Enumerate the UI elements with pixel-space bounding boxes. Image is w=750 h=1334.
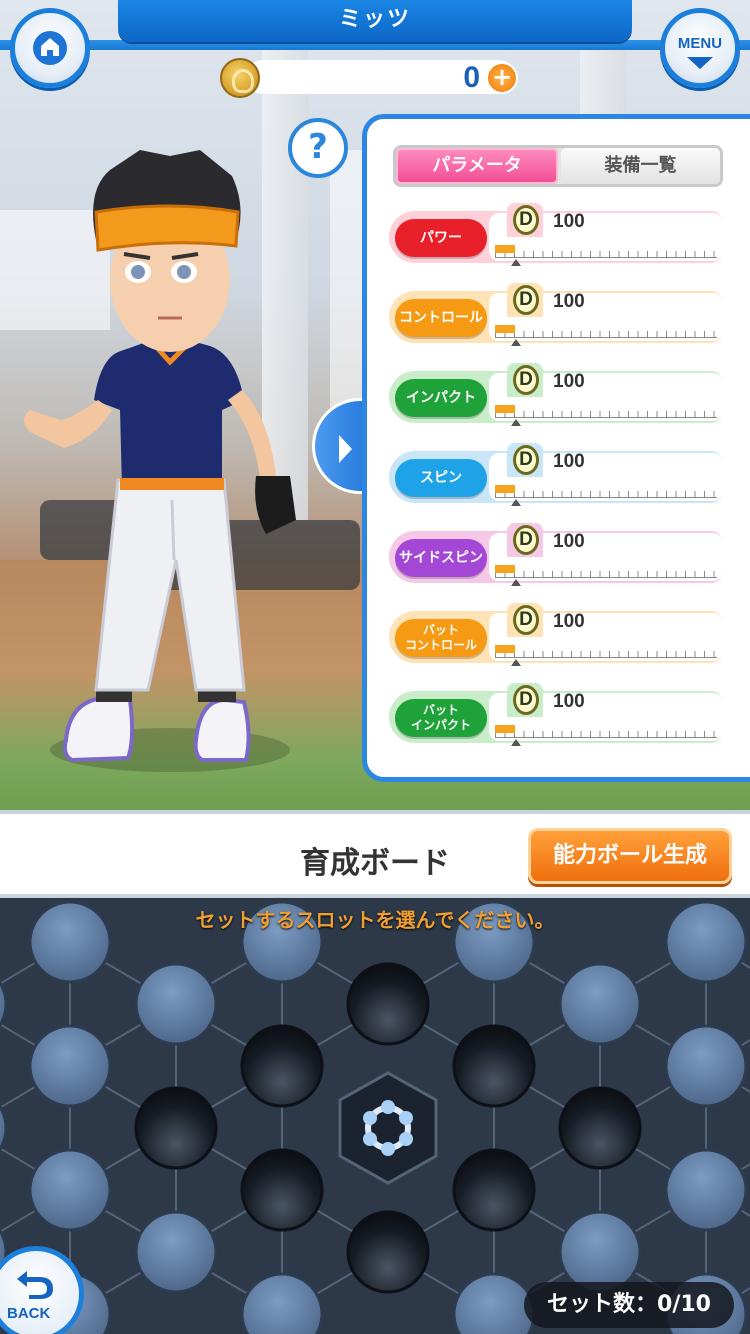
board-slot[interactable] [664,1024,748,1108]
parameter-level-bar [495,245,515,253]
grade-badge: D [513,365,539,395]
training-board [0,898,750,1334]
parameter-row: バット コントロール D 100 [389,603,725,666]
board-instruction: セットするスロットを選んでください。 [195,908,555,932]
level-marker [511,499,521,506]
board-slot-open[interactable] [240,1148,324,1232]
house-glyph-icon [41,38,59,56]
board-slot[interactable] [664,1148,748,1232]
tab-parameters[interactable]: パラメータ [396,148,558,184]
parameter-scale [495,337,717,338]
menu-label: MENU [677,35,723,52]
panel-tabs: パラメータ 装備一覧 [393,145,723,187]
board-slot-open[interactable] [134,1086,218,1170]
board-slot[interactable] [452,1272,536,1334]
parameter-scale [495,577,717,578]
board-slot[interactable] [240,1272,324,1334]
parameter-scale [495,417,717,418]
board-slot[interactable] [0,1088,8,1168]
tab-equipment-list[interactable]: 装備一覧 [561,148,720,184]
board-slot-open[interactable] [346,1210,430,1294]
board-slot[interactable] [558,962,642,1046]
board-center-hub [338,1071,438,1185]
parameter-level-bar [495,405,515,413]
parameter-level-bar [495,485,515,493]
board-slot[interactable] [134,1210,218,1294]
board-slot-open[interactable] [452,1024,536,1108]
board-slot[interactable] [28,1148,112,1232]
parameter-value: 100 [553,291,585,312]
grade-badge: D [513,605,539,635]
parameter-label: バット インパクト [395,699,487,737]
add-currency-button[interactable]: + [486,62,518,94]
parameter-row: バット インパクト D 100 [389,683,725,746]
chevron-right-icon [339,435,352,463]
board-slot-open[interactable] [558,1086,642,1170]
parameter-label: バット コントロール [395,619,487,657]
parameter-label: スピン [395,459,487,497]
level-marker [511,739,521,746]
parameter-value: 100 [553,531,585,552]
parameter-scale [495,497,717,498]
parameter-level-bar [495,565,515,573]
level-marker [511,339,521,346]
title-bar: ミッツ [118,0,632,42]
parameter-label: パワー [395,219,487,257]
slot-counter: セット数：0/10 [524,1282,734,1328]
board-title: 育成ボード [300,846,450,881]
parameter-value: 100 [553,371,585,392]
parameter-value: 100 [553,211,585,232]
board-slot[interactable] [134,962,218,1046]
parameter-value: 100 [553,611,585,632]
board-slot[interactable] [0,964,8,1044]
parameter-scale [495,737,717,738]
currency-value: 0 [463,61,480,94]
parameter-scale [495,657,717,658]
parameter-panel: パラメータ 装備一覧 パワー D 100 コントロール D 100 インパクト D 100 スピン… [362,114,750,782]
board-slot-open[interactable] [346,962,430,1046]
level-marker [511,419,521,426]
grade-badge: D [513,445,539,475]
grade-badge: D [513,285,539,315]
parameter-scale [495,257,717,258]
level-marker [511,259,521,266]
board-grid [0,900,750,1334]
board-header: 育成ボード 能力ボール生成 [0,810,750,898]
parameter-row: パワー D 100 [389,203,725,266]
grade-badge: D [513,525,539,555]
parameter-value: 100 [553,691,585,712]
parameter-row: サイドスピン D 100 [389,523,725,586]
page-title: ミッツ [338,7,411,32]
help-button[interactable]: ? [288,118,348,178]
back-arrow-icon [17,1271,53,1299]
parameter-row: スピン D 100 [389,443,725,506]
parameter-label: サイドスピン [395,539,487,577]
grade-badge: D [513,685,539,715]
parameter-row: コントロール D 100 [389,283,725,346]
chevron-down-icon [687,57,713,69]
parameter-value: 100 [553,451,585,472]
grade-badge: D [513,205,539,235]
parameter-label: インパクト [395,379,487,417]
parameter-row: インパクト D 100 [389,363,725,426]
board-slot[interactable] [558,1210,642,1294]
parameter-level-bar [495,725,515,733]
parameter-level-bar [495,645,515,653]
coin-icon [220,58,260,98]
board-slot-open[interactable] [240,1024,324,1108]
level-marker [511,579,521,586]
menu-button[interactable]: MENU [660,8,740,88]
board-slot[interactable] [28,1024,112,1108]
parameter-level-bar [495,325,515,333]
home-button[interactable] [10,8,90,88]
board-slot-open[interactable] [452,1148,536,1232]
back-label: BACK [7,1305,51,1322]
parameter-label: コントロール [395,299,487,337]
generate-ability-ball-button[interactable]: 能力ボール生成 [528,828,732,884]
level-marker [511,659,521,666]
